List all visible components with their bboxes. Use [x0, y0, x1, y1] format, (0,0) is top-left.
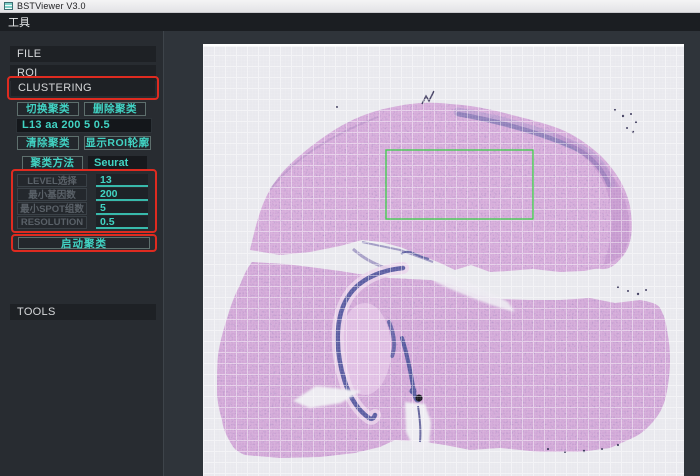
- cluster-select-combo[interactable]: L13 aa 200 5 0.5: [16, 118, 152, 133]
- show-roi-outline-button[interactable]: 显示ROI轮廓: [84, 136, 151, 150]
- panel-header-tools[interactable]: TOOLS: [10, 304, 156, 320]
- annotation-box-clustering: CLUSTERING: [7, 76, 159, 100]
- app-logo-icon: [4, 2, 13, 10]
- titlebar: BSTViewer V3.0: [0, 0, 700, 13]
- param-row-level: LEVEL选择 13: [17, 174, 151, 187]
- panel-header-file[interactable]: FILE: [10, 46, 156, 62]
- panel-header-clustering[interactable]: CLUSTERING: [11, 80, 155, 96]
- annotation-box-start: 启动聚类: [11, 234, 157, 252]
- app-window: BSTViewer V3.0 工具 FILE ROI CLUSTERING 切换…: [0, 0, 700, 476]
- histology-slide-canvas[interactable]: [203, 44, 684, 476]
- level-select-input[interactable]: 13: [96, 174, 148, 187]
- sidebar: FILE ROI CLUSTERING 切换聚类 删除聚类 L13 aa 200…: [0, 31, 164, 476]
- menu-item-tools[interactable]: 工具: [0, 14, 38, 30]
- brain-section-image: [203, 44, 684, 476]
- start-clustering-button[interactable]: 启动聚类: [18, 237, 150, 249]
- annotation-box-params: LEVEL选择 13 最小基因数 200 最小SPOT组数 5 RESOLUTI…: [11, 169, 157, 233]
- cluster-method-button[interactable]: 聚类方法: [22, 156, 83, 170]
- min-genes-label: 最小基因数: [17, 188, 87, 201]
- min-spots-label: 最小SPOT组数: [17, 202, 87, 215]
- resolution-label: RESOLUTION: [17, 216, 87, 229]
- min-genes-input[interactable]: 200: [96, 188, 148, 201]
- viewer-area: [165, 31, 700, 476]
- clear-cluster-button[interactable]: 清除聚类: [17, 136, 79, 150]
- level-select-label: LEVEL选择: [17, 174, 87, 187]
- param-row-min-spots: 最小SPOT组数 5: [17, 202, 151, 215]
- switch-cluster-button[interactable]: 切换聚类: [17, 102, 79, 116]
- param-row-resolution: RESOLUTION 0.5: [17, 216, 151, 229]
- min-spots-input[interactable]: 5: [96, 202, 148, 215]
- window-title: BSTViewer V3.0: [17, 1, 86, 11]
- delete-cluster-button[interactable]: 删除聚类: [84, 102, 146, 116]
- resolution-input[interactable]: 0.5: [96, 216, 148, 229]
- menubar: 工具: [0, 13, 700, 31]
- param-row-min-genes: 最小基因数 200: [17, 188, 151, 201]
- spot-grid-overlay: [203, 46, 684, 476]
